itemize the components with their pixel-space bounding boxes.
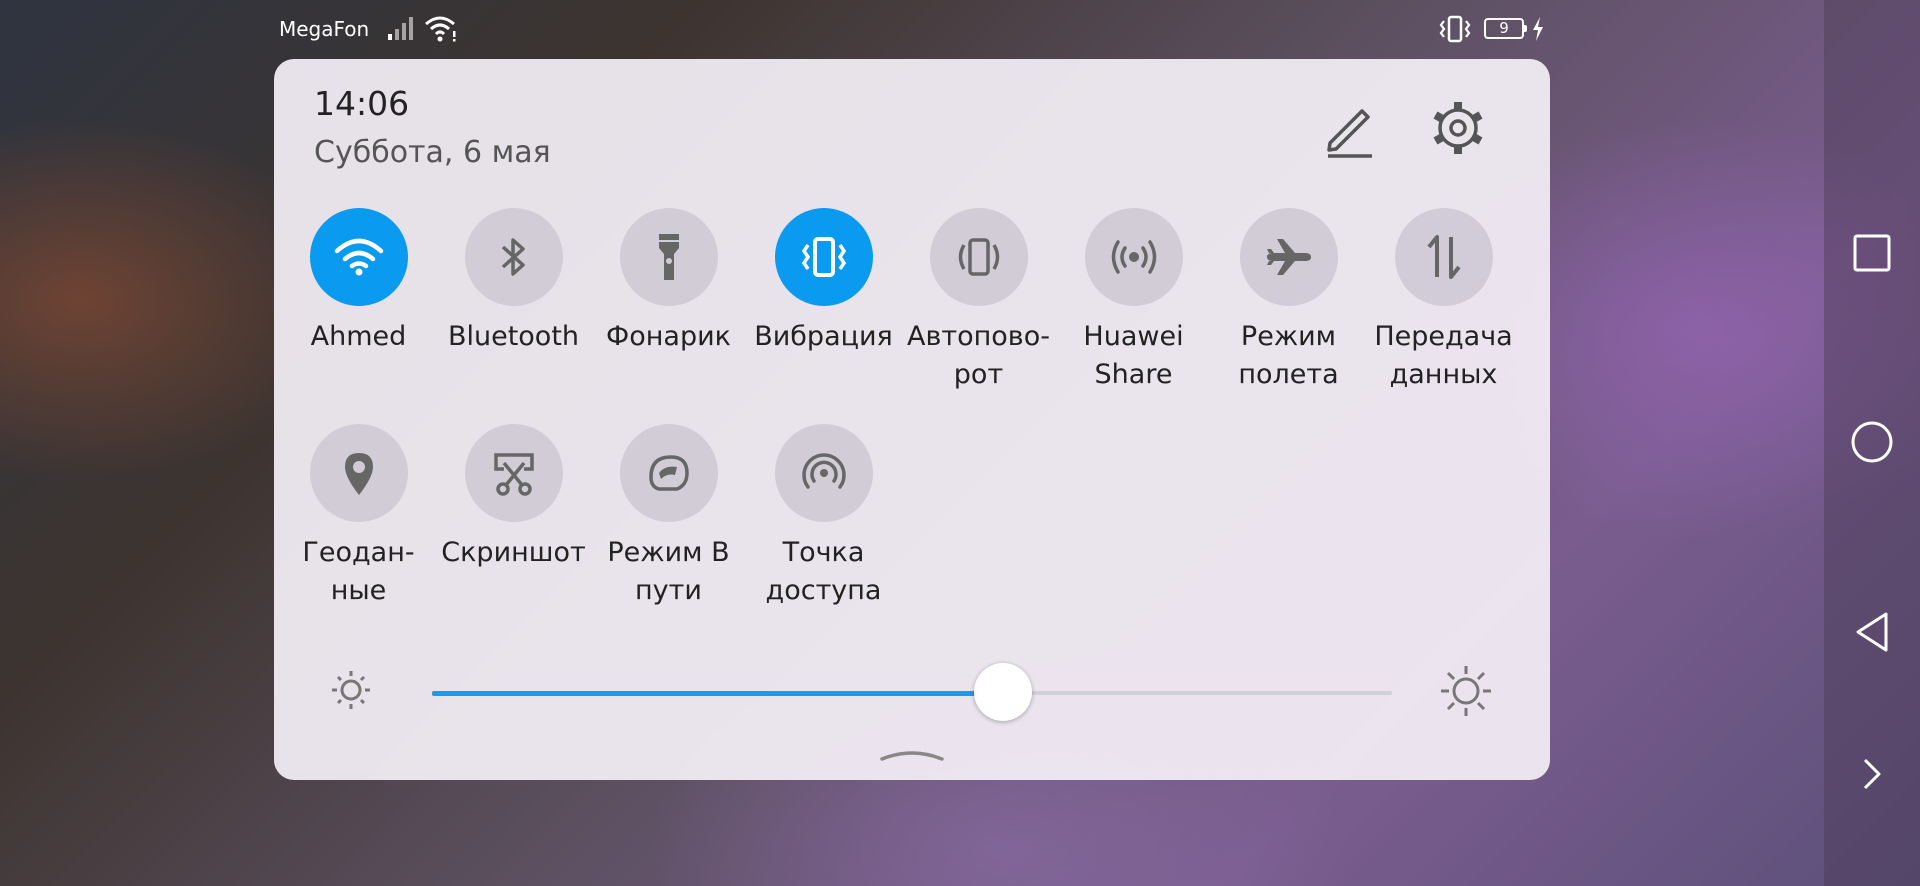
share-icon	[1111, 240, 1156, 274]
tile-label: Ahmed	[310, 321, 407, 352]
tile-driving-mode[interactable]: Режим Впути	[591, 424, 746, 610]
hotspot-icon	[801, 453, 846, 489]
tile-label: Точка доступа	[765, 537, 882, 606]
tile-label: Режим полета	[1238, 321, 1339, 390]
brightness-slider-fill	[432, 691, 1004, 696]
tile-label: Передача данных	[1374, 321, 1513, 390]
tile-mobile-data-button[interactable]	[1394, 208, 1493, 306]
carrier-name: MegaFon	[279, 17, 370, 41]
home-button[interactable]	[1850, 420, 1894, 464]
tile-driving-mode-button[interactable]	[619, 424, 718, 522]
status-bar: MegaFon 9	[0, 0, 1824, 60]
expand-button[interactable]	[1850, 752, 1894, 796]
tile-label: Геодан-ные	[302, 537, 415, 606]
tile-flashlight[interactable]: Фонарик	[591, 208, 746, 356]
rotate-icon	[958, 238, 999, 276]
tile-label: Скриншот	[441, 537, 586, 568]
tile-autorotate-button[interactable]	[929, 208, 1028, 306]
tile-label: Вибрация	[754, 321, 893, 352]
tile-location[interactable]: Геодан-ные	[281, 424, 436, 610]
pencil-icon	[1327, 109, 1372, 158]
tile-label: Huawei Share	[1083, 321, 1184, 390]
vibrate-icon	[1439, 15, 1471, 43]
brightness-slider[interactable]	[432, 663, 1392, 721]
tile-bluetooth[interactable]: Bluetooth	[436, 208, 591, 356]
screenshot-icon	[493, 453, 534, 496]
wifi-icon	[425, 16, 456, 42]
driving-icon	[648, 455, 689, 491]
home-icon	[1851, 421, 1893, 463]
brightness-high-icon	[1441, 666, 1491, 716]
tile-location-button[interactable]	[309, 424, 408, 522]
brightness-low-icon	[332, 671, 370, 709]
tile-label: Режим Впути	[607, 537, 730, 606]
tile-bluetooth-button[interactable]	[464, 208, 563, 306]
tile-huawei-share[interactable]: Huawei Share	[1056, 208, 1211, 394]
back-button[interactable]	[1850, 610, 1894, 654]
tile-vibration-button[interactable]	[774, 208, 873, 306]
tile-wifi-button[interactable]	[309, 208, 408, 306]
quick-settings-panel: 14:06 Суббота, 6 мая Ahmed Bluetooth Фон…	[274, 59, 1550, 780]
brightness-slider-thumb[interactable]	[974, 663, 1033, 721]
battery-icon: 9	[1484, 18, 1527, 39]
battery-level: 9	[1499, 19, 1509, 37]
tile-label: Автопово-рот	[907, 321, 1050, 390]
tile-hotspot-button[interactable]	[774, 424, 873, 522]
settings-button[interactable]	[1427, 97, 1489, 159]
clock-date: Суббота, 6 мая	[314, 135, 551, 170]
charging-icon	[1533, 17, 1543, 41]
collapse-handle-icon[interactable]	[880, 745, 944, 765]
tile-wifi[interactable]: Ahmed	[281, 208, 436, 356]
recents-button[interactable]	[1850, 231, 1894, 275]
flashlight-icon	[658, 234, 679, 280]
airplane-icon	[1266, 239, 1311, 275]
tile-vibration[interactable]: Вибрация	[746, 208, 901, 356]
tile-airplane-mode-button[interactable]	[1239, 208, 1338, 306]
gear-icon	[1433, 102, 1483, 154]
tile-airplane-mode[interactable]: Режим полета	[1211, 208, 1366, 394]
navigation-bar	[1824, 0, 1920, 886]
tile-flashlight-button[interactable]	[619, 208, 718, 306]
tile-screenshot-button[interactable]	[464, 424, 563, 522]
expand-icon	[1863, 758, 1881, 790]
tile-huawei-share-button[interactable]	[1084, 208, 1183, 306]
wifi-icon	[334, 238, 383, 276]
tile-label: Фонарик	[606, 321, 731, 352]
clock-time: 14:06	[314, 84, 410, 123]
tile-screenshot[interactable]: Скриншот	[436, 424, 591, 572]
tile-hotspot[interactable]: Точка доступа	[746, 424, 901, 610]
vibrate-icon	[801, 237, 846, 277]
location-icon	[344, 453, 373, 495]
edit-button[interactable]	[1320, 99, 1380, 159]
recents-icon	[1853, 234, 1891, 272]
bluetooth-icon	[501, 238, 525, 276]
tile-mobile-data[interactable]: Передача данных	[1366, 208, 1521, 394]
signal-icon	[388, 17, 413, 40]
tile-autorotate[interactable]: Автопово-рот	[901, 208, 1056, 394]
data-transfer-icon	[1426, 235, 1461, 279]
back-icon	[1856, 612, 1888, 652]
tile-label: Bluetooth	[447, 321, 580, 352]
